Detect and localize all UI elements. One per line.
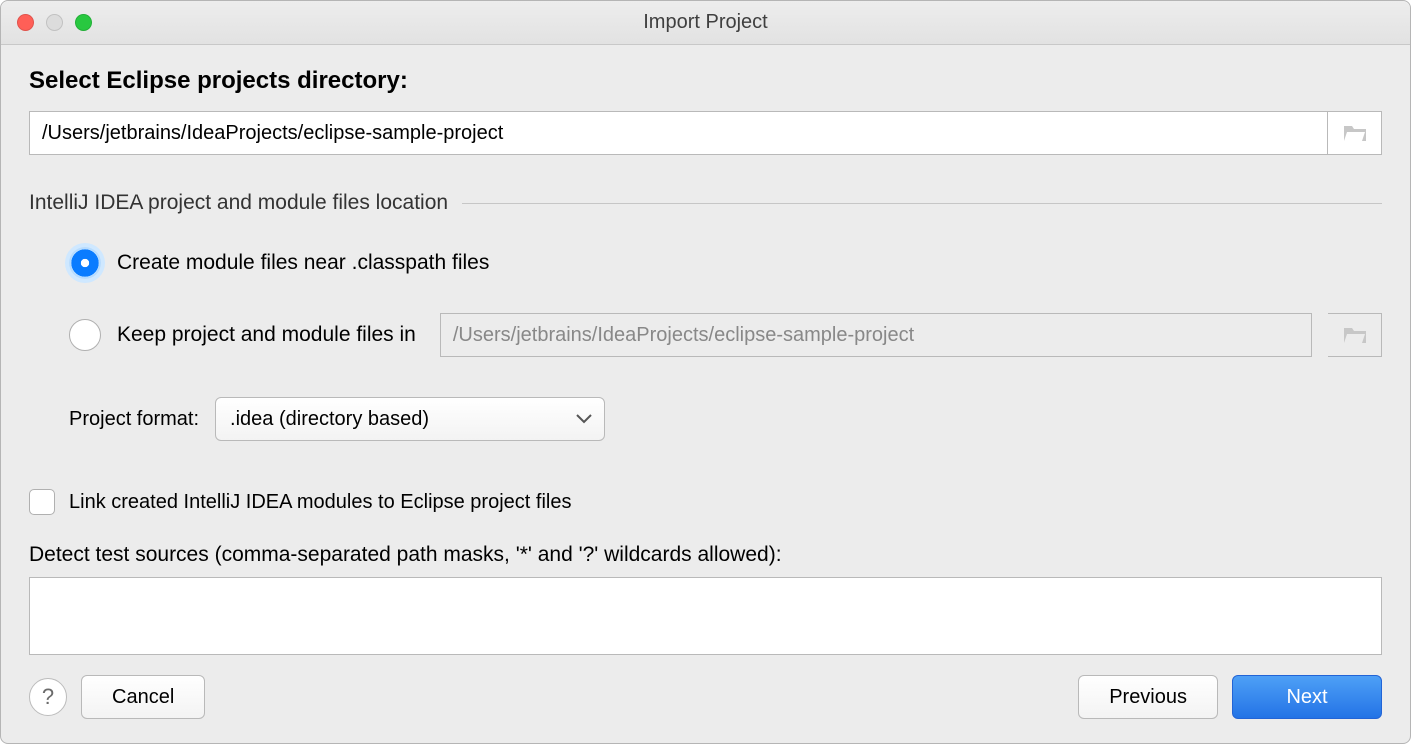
detect-test-sources-label: Detect test sources (comma-separated pat…	[29, 543, 1382, 567]
browse-keep-in-button	[1328, 313, 1382, 357]
radio-keep-in-row[interactable]: Keep project and module files in	[69, 313, 1382, 357]
zoom-window-icon[interactable]	[75, 14, 92, 31]
chevron-down-icon	[576, 414, 592, 424]
window-controls	[1, 14, 92, 31]
dialog-content: Select Eclipse projects directory: Intel…	[1, 45, 1410, 655]
import-project-dialog: Import Project Select Eclipse projects d…	[0, 0, 1411, 744]
next-button[interactable]: Next	[1232, 675, 1382, 719]
dialog-footer: ? Cancel Previous Next	[1, 655, 1410, 743]
help-icon: ?	[42, 684, 54, 710]
link-modules-checkbox[interactable]	[29, 489, 55, 515]
detect-test-sources-input[interactable]	[29, 577, 1382, 655]
divider	[462, 203, 1382, 204]
link-modules-row[interactable]: Link created IntelliJ IDEA modules to Ec…	[29, 489, 1382, 515]
window-title: Import Project	[1, 11, 1410, 34]
titlebar: Import Project	[1, 1, 1410, 45]
radio-keep-in-label: Keep project and module files in	[117, 323, 416, 347]
help-button[interactable]: ?	[29, 678, 67, 716]
browse-directory-button[interactable]	[1328, 111, 1382, 155]
radio-near-classpath[interactable]	[69, 247, 101, 279]
project-format-value: .idea (directory based)	[230, 408, 429, 431]
close-window-icon[interactable]	[17, 14, 34, 31]
heading-select-directory: Select Eclipse projects directory:	[29, 67, 1382, 95]
project-format-combo[interactable]: .idea (directory based)	[215, 397, 605, 441]
files-location-fieldset: IntelliJ IDEA project and module files l…	[29, 191, 1382, 441]
keep-in-path-input	[440, 313, 1312, 357]
link-modules-label: Link created IntelliJ IDEA modules to Ec…	[69, 491, 571, 514]
fieldset-legend: IntelliJ IDEA project and module files l…	[29, 191, 448, 215]
project-format-label: Project format:	[69, 408, 199, 431]
minimize-window-icon	[46, 14, 63, 31]
radio-near-classpath-label: Create module files near .classpath file…	[117, 251, 489, 275]
directory-row	[29, 111, 1382, 155]
radio-group: Create module files near .classpath file…	[29, 247, 1382, 441]
previous-button[interactable]: Previous	[1078, 675, 1218, 719]
cancel-button[interactable]: Cancel	[81, 675, 205, 719]
folder-icon	[1343, 325, 1367, 345]
radio-keep-in[interactable]	[69, 319, 101, 351]
folder-icon	[1343, 123, 1367, 143]
directory-input[interactable]	[29, 111, 1328, 155]
radio-near-classpath-row[interactable]: Create module files near .classpath file…	[69, 247, 1382, 279]
